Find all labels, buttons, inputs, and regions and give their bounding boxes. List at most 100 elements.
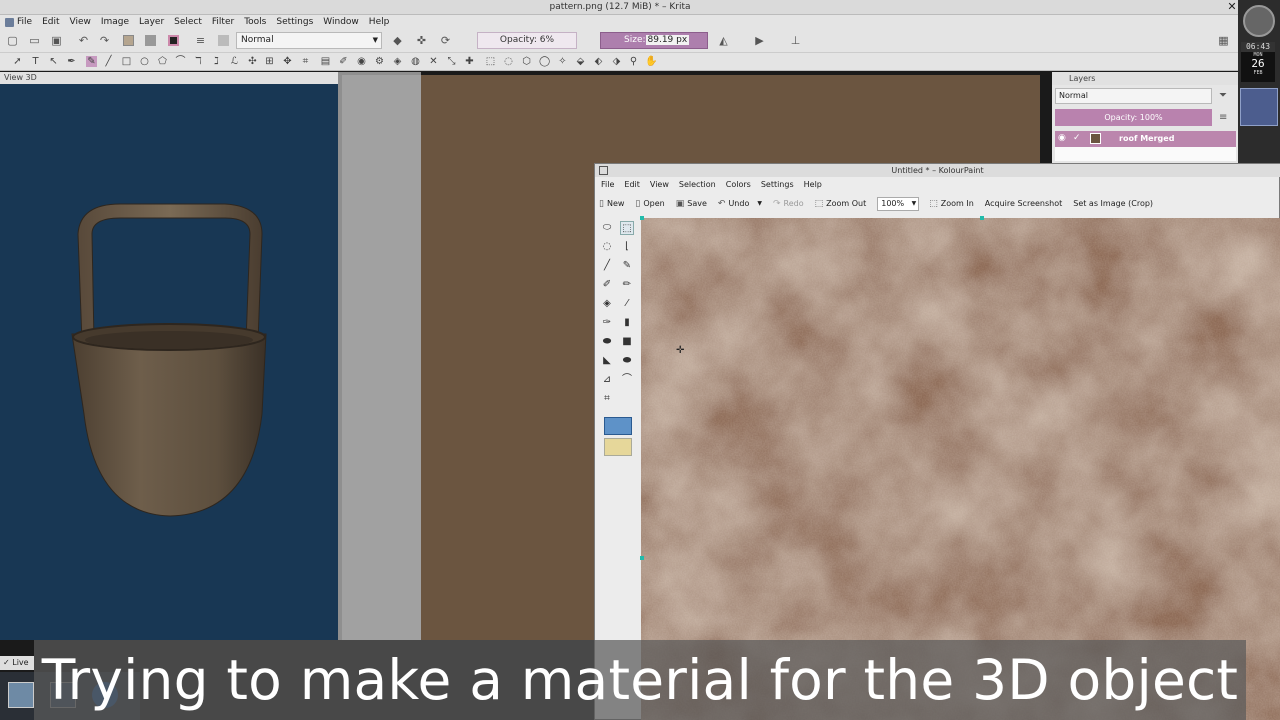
fill-tool-icon[interactable]: ◈ (600, 297, 614, 311)
freehand-brush-icon[interactable]: ✎ (86, 56, 97, 67)
zoom-in-button[interactable]: ⬚ Zoom In (929, 199, 974, 209)
pen-tool-icon[interactable]: ✎ (620, 259, 634, 273)
enclose-fill-icon[interactable]: ◍ (410, 56, 421, 67)
fill-tool-icon[interactable]: ◈ (392, 56, 403, 67)
brush-presets-icon[interactable]: ≡ (195, 35, 206, 46)
kp-menu-file[interactable]: File (599, 177, 619, 191)
zoom-out-button[interactable]: ⬚ Zoom Out (815, 199, 867, 209)
ellipse-tool-icon[interactable]: ⬬ (620, 354, 634, 368)
wrap-around-icon[interactable]: ⊥ (790, 35, 801, 46)
task-icon[interactable] (8, 682, 34, 708)
workspace-icon[interactable]: ▦ (1218, 35, 1229, 46)
menu-help[interactable]: Help (364, 15, 395, 29)
transparent-selection-icon[interactable] (604, 438, 632, 456)
open-document-icon[interactable]: ▭ (29, 35, 40, 46)
menu-select[interactable]: Select (169, 15, 207, 29)
color-swatch-icon[interactable] (168, 35, 179, 46)
rectangle-tool-icon[interactable]: □ (121, 56, 132, 67)
bezier-tool-icon[interactable]: ℸ (193, 56, 204, 67)
pager-desktop-icon[interactable] (1240, 88, 1278, 126)
brush-preset-icon[interactable] (218, 35, 229, 46)
alpha-lock-icon[interactable]: ✜ (416, 35, 427, 46)
filter-icon[interactable]: ⏷ (1219, 90, 1231, 102)
crop-tool-icon[interactable]: ⌗ (600, 392, 614, 406)
kp-menu-help[interactable]: Help (799, 177, 827, 191)
curve-tool-icon[interactable]: ⌒ (620, 373, 634, 387)
line-tool-icon[interactable]: ╱ (600, 259, 614, 273)
eraser-icon[interactable]: ◆ (392, 35, 403, 46)
pan-tool-icon[interactable]: ✋ (645, 56, 657, 67)
polygon-select-icon[interactable]: ⬡ (521, 56, 532, 67)
view3d-viewport[interactable] (0, 84, 338, 640)
color-eraser-icon[interactable]: ✑ (600, 316, 614, 330)
select-shapes-icon[interactable]: ➚ (12, 56, 23, 67)
resize-handle[interactable] (980, 216, 984, 220)
polyline-tool-icon[interactable]: ⌒ (175, 56, 186, 67)
visibility-eye-icon[interactable]: ◉ (1058, 133, 1068, 143)
redo-icon[interactable]: ↷ (99, 35, 110, 46)
multibrush-icon[interactable]: ✣ (247, 56, 258, 67)
new-document-icon[interactable]: ▢ (7, 35, 18, 46)
redo-button[interactable]: ↷ Redo (773, 199, 804, 209)
measure-tool-icon[interactable]: ⤡ (446, 56, 457, 67)
pencil-tool-icon[interactable]: ✏ (620, 278, 634, 292)
reference-tool-icon[interactable]: ✚ (464, 56, 475, 67)
similar-select-icon[interactable]: ⬙ (575, 56, 586, 67)
ellipse-select-icon[interactable]: ◌ (503, 56, 514, 67)
mirror-vertical-icon[interactable]: ▶ (754, 35, 765, 46)
ellipse-select-icon[interactable]: ◌ (600, 240, 614, 254)
opacity-slider[interactable]: Opacity: 6% (477, 32, 577, 49)
polygon-tool-icon[interactable]: ⬠ (157, 56, 168, 67)
spraycan-icon[interactable]: ▮ (620, 316, 634, 330)
kp-menu-view[interactable]: View (645, 177, 674, 191)
brush-tool-icon[interactable]: ✐ (600, 278, 614, 292)
freehand-path-icon[interactable]: ℷ (211, 56, 222, 67)
rect-select-icon[interactable]: ⬚ (485, 56, 496, 67)
reload-preset-icon[interactable]: ⟳ (440, 35, 451, 46)
rect-select-icon[interactable]: ⬚ (620, 221, 634, 235)
undo-icon[interactable]: ↶ (78, 35, 89, 46)
text-tool-icon[interactable]: T (30, 56, 41, 67)
menu-layer[interactable]: Layer (134, 15, 169, 29)
kp-menu-edit[interactable]: Edit (619, 177, 645, 191)
window-menu-icon[interactable] (599, 166, 608, 175)
colorize-mask-icon[interactable]: ◉ (356, 56, 367, 67)
layer-checkbox-icon[interactable]: ✓ (1073, 133, 1083, 143)
freehand-select-icon[interactable]: ◯ (539, 56, 550, 67)
gradient-tool-icon[interactable]: ▤ (320, 56, 331, 67)
launcher-icon[interactable] (1243, 5, 1275, 37)
save-icon[interactable]: ▣ (51, 35, 62, 46)
set-as-image-button[interactable]: Set as Image (Crop) (1073, 199, 1153, 208)
resize-handle[interactable] (640, 216, 644, 220)
zoom-level-select[interactable]: 100% ▼ (877, 196, 920, 211)
layer-blend-mode-select[interactable]: Normal (1055, 88, 1212, 104)
assistant-tool-icon[interactable]: ✕ (428, 56, 439, 67)
menu-view[interactable]: View (65, 15, 96, 29)
free-form-select-icon[interactable]: ⬭ (600, 221, 614, 235)
color-picker-icon[interactable]: ⁄ (620, 297, 634, 311)
menu-filter[interactable]: Filter (207, 15, 239, 29)
menu-window[interactable]: Window (318, 15, 364, 29)
undo-button[interactable]: ↶ Undo ▼ (718, 199, 762, 209)
menu-tools[interactable]: Tools (239, 15, 271, 29)
transform-tool-icon[interactable]: ⊞ (264, 56, 275, 67)
calligraphy-icon[interactable]: ✒ (66, 56, 77, 67)
size-slider[interactable]: Size: 89.19 px (600, 32, 708, 49)
zoom-tool-icon[interactable]: ⚲ (628, 56, 639, 67)
layer-menu-icon[interactable]: ≡ (1219, 112, 1231, 124)
bezier-select-icon[interactable]: ⬖ (593, 56, 604, 67)
open-button[interactable]: ▯ Open (635, 199, 664, 209)
pattern-icon[interactable] (123, 35, 134, 46)
rectangle-tool-icon[interactable]: ■ (620, 335, 634, 349)
menu-image[interactable]: Image (96, 15, 134, 29)
menu-edit[interactable]: Edit (37, 15, 64, 29)
text-tool-icon[interactable]: ⌊ (620, 240, 634, 254)
blend-mode-select[interactable]: Normal ▼ (236, 32, 382, 49)
opaque-selection-icon[interactable] (604, 417, 632, 435)
rounded-rect-icon[interactable]: ⬬ (600, 335, 614, 349)
smart-patch-icon[interactable]: ⚙ (374, 56, 385, 67)
contiguous-select-icon[interactable]: ✧ (557, 56, 568, 67)
layer-opacity-slider[interactable]: Opacity: 100% (1055, 109, 1212, 126)
kp-menu-selection[interactable]: Selection (674, 177, 721, 191)
resize-handle[interactable] (640, 556, 644, 560)
